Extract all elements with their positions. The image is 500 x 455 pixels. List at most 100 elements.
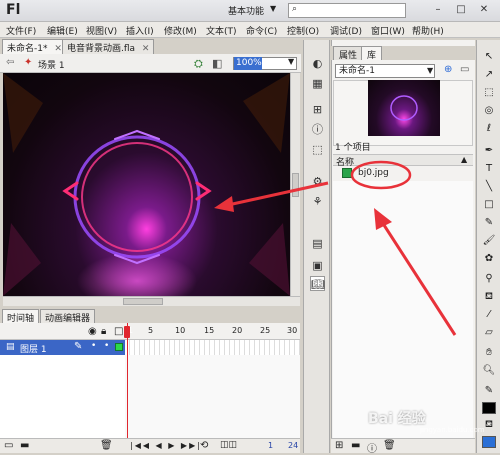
fill-color-swatch[interactable] [482, 436, 496, 448]
library-item-bj0[interactable]: bj0.jpg [340, 168, 470, 180]
eye-icon[interactable]: ◉ [88, 326, 97, 337]
workspace-switcher[interactable]: 基本功能 [228, 4, 264, 17]
menu-insert[interactable]: 插入(I) [126, 24, 154, 37]
scroll-thumb[interactable] [123, 298, 163, 305]
menu-text[interactable]: 文本(T) [206, 24, 237, 37]
close-icon[interactable]: ✕ [54, 44, 62, 54]
menu-view[interactable]: 视图(V) [86, 24, 117, 37]
menu-window[interactable]: 窗口(W) [371, 24, 405, 37]
menu-debug[interactable]: 调试(D) [330, 24, 362, 37]
frame-rate: 24 [288, 441, 299, 450]
new-folder-icon[interactable]: ▬ [20, 440, 29, 451]
pin-icon[interactable]: ⊕ [444, 64, 452, 75]
ring-outer [73, 135, 201, 259]
eyedropper-icon[interactable]: ⁄ [481, 308, 497, 322]
stroke-color-swatch[interactable] [482, 402, 496, 414]
components-icon[interactable]: ⚙ [310, 174, 325, 189]
chevron-down-icon[interactable]: ▼ [270, 4, 276, 13]
eraser-tool-icon[interactable]: ▱ [481, 326, 497, 340]
flash-logo: Fl [6, 2, 21, 18]
align-icon[interactable]: ⊞ [310, 102, 325, 117]
text-tool-icon[interactable]: T [481, 162, 497, 176]
zoom-tool-icon[interactable]: 🔍︎ [481, 364, 497, 378]
menu-edit[interactable]: 编辑(E) [47, 24, 78, 37]
rectangle-tool-icon[interactable]: □ [481, 198, 497, 212]
chevron-down-icon[interactable]: ▼ [427, 66, 433, 75]
hand-tool-icon[interactable]: ✋︎ [481, 346, 497, 360]
name-column-header[interactable]: 名称 ▲ [333, 154, 473, 168]
tab-library[interactable]: 库 [361, 46, 383, 61]
info-icon[interactable]: ⓘ [310, 122, 325, 137]
visibility-dot[interactable]: • [91, 341, 96, 351]
menu-control[interactable]: 控制(O) [287, 24, 319, 37]
edit-scene-icon[interactable]: ◧ [212, 57, 222, 70]
close-icon[interactable]: ✕ [142, 44, 150, 54]
motion-presets-icon[interactable]: ⚘ [310, 194, 325, 209]
scene-panel-icon[interactable]: ▣ [310, 258, 325, 273]
deco-tool-icon[interactable]: ✿ [481, 252, 497, 266]
search-input[interactable] [288, 3, 406, 18]
tab-music-bg-fla[interactable]: 电音背景动画.fla ✕ [62, 39, 155, 54]
tab-untitled-1[interactable]: 未命名-1* ✕ [2, 39, 67, 54]
outline-icon[interactable]: □ [114, 326, 123, 337]
pen-tool-icon[interactable]: ✒ [481, 144, 497, 158]
lock-icon[interactable]: 🔒︎ [101, 326, 106, 337]
playhead-handle[interactable] [124, 326, 130, 338]
lock-dot[interactable]: • [104, 341, 109, 351]
selection-tool-icon[interactable]: ↖ [481, 50, 497, 64]
new-symbol-icon[interactable]: ⊞ [335, 440, 343, 451]
pencil-icon: ✎ [74, 341, 83, 352]
menu-help[interactable]: 帮助(H) [412, 24, 444, 37]
layer-outline-color[interactable] [115, 343, 123, 351]
line-tool-icon[interactable]: ╲ [481, 180, 497, 194]
brush-tool-icon[interactable]: 🖌︎ [481, 234, 497, 248]
delete-layer-icon[interactable]: 🗑︎ [100, 440, 113, 451]
delete-icon[interactable]: 🗑︎ [383, 440, 396, 451]
scroll-thumb[interactable] [292, 173, 299, 197]
menu-file[interactable]: 文件(F) [6, 24, 36, 37]
menu-commands[interactable]: 命令(C) [246, 24, 277, 37]
stage-canvas[interactable] [3, 73, 290, 296]
loop-icon[interactable]: ⟲ [200, 440, 208, 451]
subselection-tool-icon[interactable]: ↗ [481, 68, 497, 82]
transform-icon[interactable]: ⬚ [310, 142, 325, 157]
back-arrow-icon[interactable]: ⇦ [6, 57, 14, 68]
library-panel-icon[interactable]: 📖︎ [310, 276, 325, 291]
pencil-tool-icon[interactable]: ✎ [481, 216, 497, 230]
new-layer-icon[interactable]: ▭ [4, 440, 13, 451]
stage-vertical-scrollbar[interactable] [290, 73, 300, 296]
playback-controls[interactable]: |◀◀ ◀ ▶ ▶▶| [130, 441, 202, 450]
search-icon: ⌕ [292, 4, 298, 14]
new-folder-icon[interactable]: ▬ [351, 440, 360, 451]
stroke-color-icon[interactable]: ✎ [481, 384, 497, 398]
tab-label: 电音背景动画.fla [67, 44, 136, 54]
free-transform-icon[interactable]: ⬚ [481, 86, 497, 100]
tab-timeline[interactable]: 时间轴 [2, 309, 40, 324]
swatches-icon[interactable]: ▦ [310, 76, 325, 91]
ring-spikes-vertical [114, 129, 160, 265]
edit-symbol-icon[interactable]: ⛭ [194, 57, 203, 71]
tab-motion-editor[interactable]: 动画编辑器 [40, 309, 96, 324]
layer-name[interactable]: 图层 1 [20, 342, 47, 355]
close-button[interactable]: ✕ [474, 3, 494, 18]
onion-skin-icon[interactable]: ◫◫ [220, 440, 237, 450]
stage-horizontal-scrollbar[interactable] [3, 296, 300, 306]
playhead-line[interactable] [127, 323, 128, 438]
bone-tool-icon[interactable]: ⚲ [481, 272, 497, 286]
menu-modify[interactable]: 修改(M) [164, 24, 197, 37]
lasso-tool-icon[interactable]: ℓ [481, 122, 497, 136]
tab-properties[interactable]: 属性 [333, 46, 364, 61]
color-panel-icon[interactable]: ◐ [310, 56, 325, 71]
zoom-value[interactable]: 100% [234, 57, 262, 70]
paint-bucket-icon[interactable]: ⛾ [481, 290, 497, 304]
layer-row[interactable]: ▤ 图层 1 ✎ • • [0, 340, 125, 355]
restore-button[interactable]: □ [451, 3, 471, 18]
library-document-select[interactable]: 未命名-1 [335, 64, 435, 78]
frames-row[interactable] [125, 340, 300, 355]
sort-icon[interactable]: ▲ [461, 155, 467, 164]
new-library-icon[interactable]: ▭ [460, 64, 469, 75]
3d-rotation-icon[interactable]: ◎ [481, 104, 497, 118]
history-icon[interactable]: ▤ [310, 236, 325, 251]
chevron-down-icon[interactable]: ▼ [288, 57, 294, 66]
minimize-button[interactable]: – [428, 3, 448, 18]
